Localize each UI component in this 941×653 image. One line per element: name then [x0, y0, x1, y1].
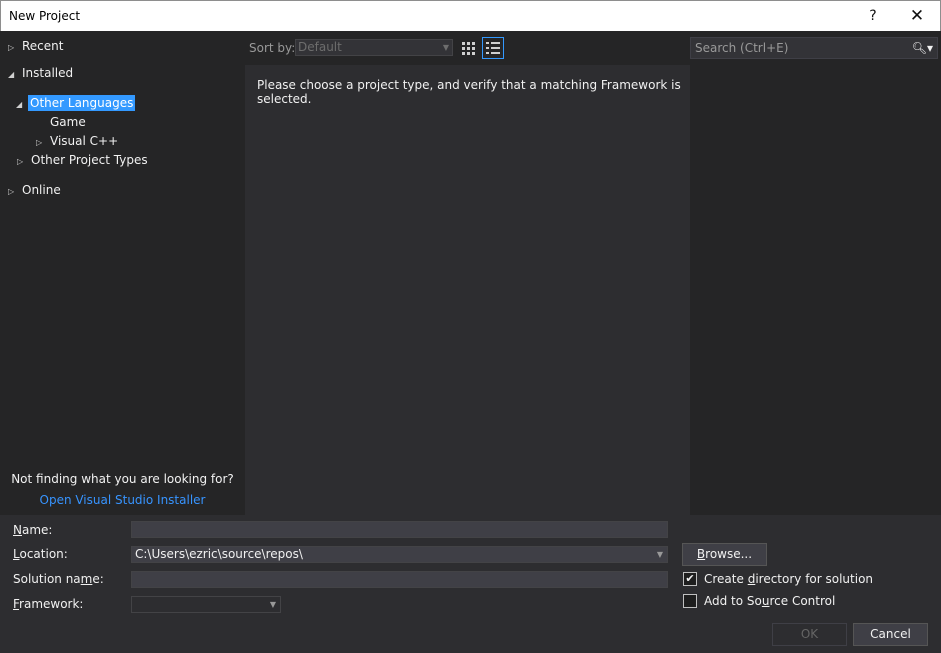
- close-button[interactable]: ✕: [903, 5, 931, 27]
- list-view-icon: [486, 42, 500, 54]
- expand-arrow-icon[interactable]: ▷: [8, 39, 18, 57]
- search-icon[interactable]: 🔍︎▾: [912, 38, 933, 58]
- location-field[interactable]: C:\Users\ezric\source\repos\ ▼: [131, 546, 668, 563]
- framework-label: Framework:: [13, 597, 84, 611]
- details-pane: [690, 65, 941, 515]
- chevron-down-icon: ▼: [269, 600, 276, 609]
- expand-arrow-icon[interactable]: ▷: [8, 183, 18, 201]
- title-bar: New Project ? ✕: [0, 0, 941, 31]
- choose-project-message: Please choose a project type, and verify…: [257, 78, 681, 106]
- sort-by-value: Default: [298, 40, 342, 54]
- name-field[interactable]: [131, 521, 668, 538]
- source-control-checkbox[interactable]: [683, 594, 697, 608]
- cancel-button[interactable]: Cancel: [853, 623, 928, 646]
- help-button[interactable]: ?: [859, 5, 887, 27]
- tree-item-online[interactable]: ▷ Online: [8, 181, 61, 199]
- browse-button[interactable]: Browse...: [682, 543, 767, 566]
- open-installer-link[interactable]: Open Visual Studio Installer: [0, 493, 245, 507]
- not-finding-text: Not finding what you are looking for?: [11, 472, 234, 486]
- template-list-pane: Please choose a project type, and verify…: [245, 65, 690, 515]
- toolbar: Sort by: Default ▼ Search (Ctrl+E) 🔍︎▾: [245, 31, 941, 65]
- expand-arrow-icon[interactable]: ▷: [36, 134, 46, 152]
- chevron-down-icon: ▼: [442, 43, 449, 52]
- ok-button[interactable]: OK: [772, 623, 847, 646]
- search-placeholder: Search (Ctrl+E): [695, 41, 789, 55]
- location-value: C:\Users\ezric\source\repos\: [135, 547, 303, 561]
- source-control-label: Add to Source Control: [704, 594, 836, 608]
- window-title: New Project: [9, 9, 81, 23]
- solution-name-field[interactable]: [131, 571, 668, 588]
- solution-name-label: Solution name:: [13, 572, 104, 586]
- chevron-down-icon[interactable]: ▼: [657, 547, 663, 562]
- grid-view-button[interactable]: [457, 37, 479, 59]
- expand-arrow-icon[interactable]: ▷: [17, 153, 27, 171]
- list-view-button[interactable]: [482, 37, 504, 59]
- template-tree-pane: ▷ Recent ◢ Installed ◢ Other Languages Game…: [0, 31, 245, 515]
- tree-item-other-project-types[interactable]: ▷ Other Project Types: [17, 151, 148, 169]
- project-form: Name: Location: C:\Users\ezric\source\re…: [0, 515, 941, 653]
- grid-view-icon: [462, 42, 475, 55]
- search-input[interactable]: Search (Ctrl+E) 🔍︎▾: [690, 37, 938, 59]
- sort-by-label: Sort by:: [249, 41, 296, 55]
- collapse-arrow-icon[interactable]: ◢: [16, 96, 26, 114]
- tree-item-other-languages[interactable]: ◢ Other Languages: [16, 94, 136, 114]
- create-directory-checkbox[interactable]: ✔: [683, 572, 697, 586]
- create-directory-label: Create directory for solution: [704, 572, 874, 586]
- location-label: Location:: [13, 547, 68, 561]
- tree-item-game[interactable]: Game: [50, 113, 86, 131]
- collapse-arrow-icon[interactable]: ◢: [8, 66, 18, 84]
- tree-item-recent[interactable]: ▷ Recent: [8, 37, 63, 55]
- name-label: Name:: [13, 523, 53, 537]
- tree-item-visual-cpp[interactable]: ▷ Visual C++: [36, 132, 118, 150]
- sort-by-select[interactable]: Default ▼: [295, 39, 453, 56]
- framework-select[interactable]: ▼: [131, 596, 281, 613]
- tree-item-installed[interactable]: ◢ Installed: [8, 64, 73, 82]
